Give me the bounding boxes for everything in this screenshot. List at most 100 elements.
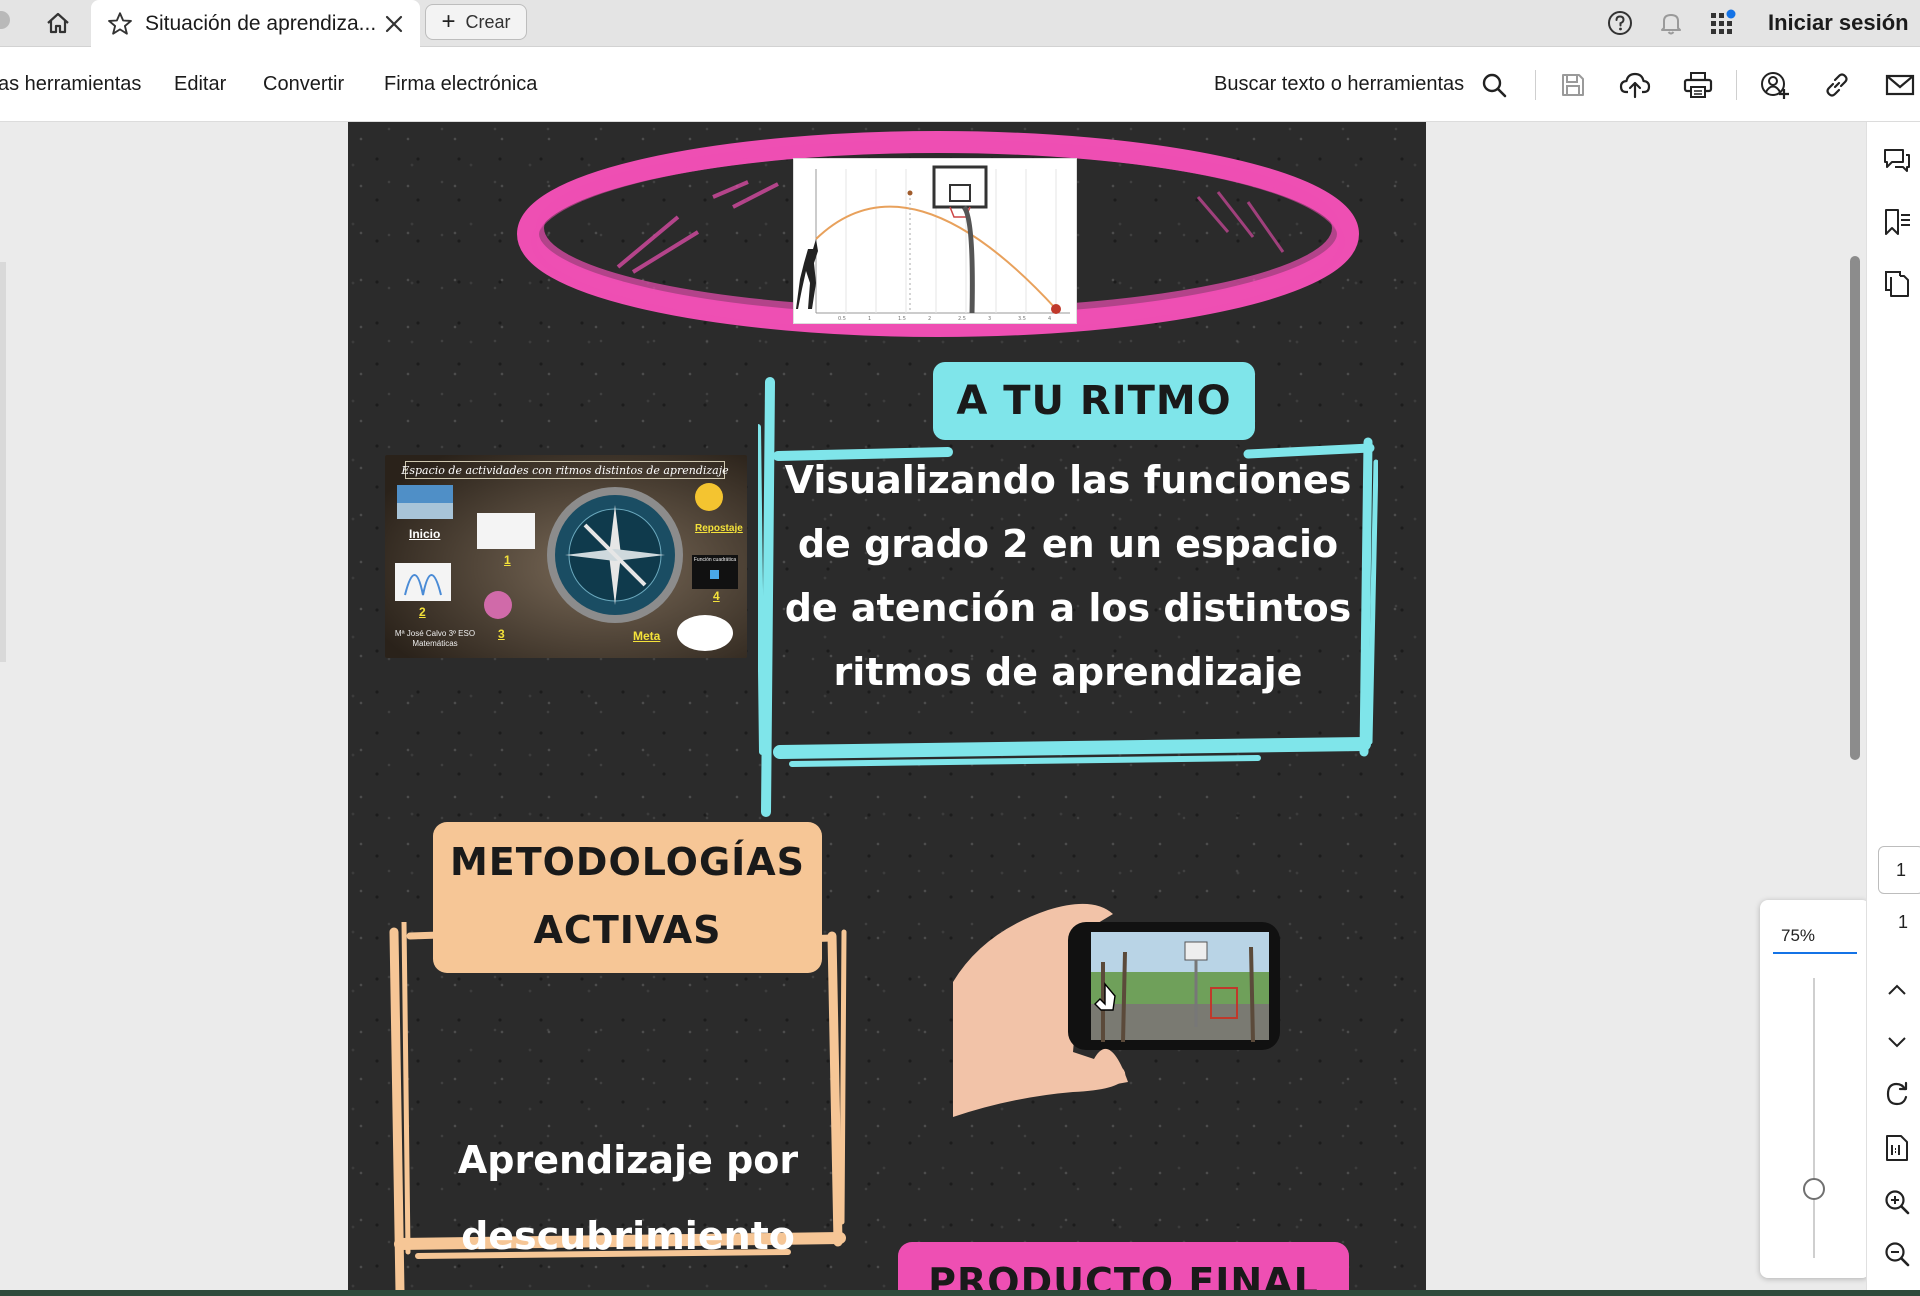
taskbar-edge bbox=[0, 1290, 1920, 1296]
print-button[interactable] bbox=[1678, 65, 1718, 105]
page-thumbnails-button[interactable] bbox=[1881, 268, 1913, 300]
home-icon bbox=[47, 12, 69, 34]
next-page-button[interactable] bbox=[1881, 1026, 1913, 1058]
menu-edit[interactable]: Editar bbox=[174, 47, 226, 122]
zoom-out-icon bbox=[1885, 1242, 1910, 1267]
bookmarks-button[interactable] bbox=[1881, 206, 1913, 238]
active-tab[interactable]: Situación de aprendiza... bbox=[91, 0, 420, 48]
producto-final-heading: PRODUCTO FINAL bbox=[898, 1242, 1349, 1296]
ritmo-description: Visualizando las funciones de grado 2 en… bbox=[784, 458, 1352, 694]
zoom-slider-handle[interactable] bbox=[1803, 1178, 1825, 1200]
basketball-parabola-image: 0.5 1 1.5 2 2.5 3 3.5 4 bbox=[793, 158, 1077, 324]
activity-4-label: 4 bbox=[713, 589, 720, 603]
print-icon bbox=[1683, 72, 1713, 98]
save-button[interactable] bbox=[1553, 65, 1593, 105]
previous-page-edge bbox=[0, 262, 6, 662]
signin-link[interactable]: Iniciar sesión bbox=[1768, 0, 1909, 46]
cloud-upload-icon bbox=[1619, 72, 1651, 99]
metodologias-heading: METODOLOGÍAS ACTIVAS bbox=[433, 822, 822, 973]
metodologias-description-line2: descubrimiento bbox=[461, 1214, 795, 1258]
favorite-button[interactable] bbox=[105, 9, 135, 39]
svg-text:4: 4 bbox=[1048, 316, 1051, 322]
metodologias-description: Aprendizaje por descubrimiento bbox=[418, 1122, 838, 1274]
toolbar-divider bbox=[1736, 70, 1737, 100]
apps-button[interactable] bbox=[1708, 0, 1738, 46]
zoom-panel: 75% bbox=[1760, 900, 1870, 1278]
zoom-in-button[interactable] bbox=[1881, 1186, 1913, 1218]
comments-button[interactable] bbox=[1881, 144, 1913, 176]
rotate-icon bbox=[1886, 1081, 1908, 1106]
funcion-label: Función cuadrática bbox=[693, 557, 737, 563]
acrobat-menubar: as herramientas Editar Convertir Firma e… bbox=[0, 47, 1920, 122]
activity-1-label: 1 bbox=[504, 553, 511, 567]
menu-all-tools[interactable]: as herramientas bbox=[0, 47, 141, 122]
metodologias-heading-line1: METODOLOGÍAS bbox=[449, 840, 806, 884]
search-tools-button[interactable]: Buscar texto o herramientas bbox=[1214, 47, 1508, 122]
svg-text:2.5: 2.5 bbox=[958, 316, 966, 322]
fit-page-button[interactable] bbox=[1881, 1132, 1913, 1164]
fit-page-icon bbox=[1886, 1135, 1908, 1161]
current-page-input[interactable]: 1 bbox=[1878, 846, 1920, 894]
upload-button[interactable] bbox=[1615, 65, 1655, 105]
svg-text:3: 3 bbox=[988, 316, 991, 322]
share-user-icon bbox=[1761, 72, 1789, 99]
link-icon bbox=[1826, 73, 1848, 97]
svg-text:2: 2 bbox=[928, 316, 931, 322]
metodologias-description-line1: Aprendizaje por bbox=[457, 1138, 799, 1182]
zoom-slider-track[interactable] bbox=[1813, 978, 1815, 1258]
bell-icon bbox=[1661, 14, 1681, 35]
browser-tab-strip: Situación de aprendiza... + Crear Inicia… bbox=[0, 0, 1920, 48]
create-label: Crear bbox=[465, 11, 511, 32]
apps-icon bbox=[1711, 9, 1736, 34]
rotate-button[interactable] bbox=[1881, 1078, 1913, 1110]
hand-phone-image bbox=[953, 903, 1280, 1117]
pages-icon bbox=[1885, 271, 1909, 297]
menu-esign[interactable]: Firma electrónica bbox=[384, 47, 537, 122]
close-tab-button[interactable] bbox=[380, 10, 408, 38]
total-pages: 1 bbox=[1898, 912, 1909, 932]
bookmark-icon bbox=[1885, 209, 1910, 235]
compass-activities-image: Espacio de actividades con ritmos distin… bbox=[385, 455, 747, 658]
mail-icon bbox=[1885, 74, 1915, 96]
save-icon bbox=[1562, 74, 1584, 96]
email-button[interactable] bbox=[1880, 65, 1920, 105]
vertical-scrollbar[interactable] bbox=[1850, 256, 1860, 760]
activity-2-label: 2 bbox=[419, 605, 426, 619]
previous-page-button[interactable] bbox=[1881, 974, 1913, 1006]
svg-text:1.5: 1.5 bbox=[898, 316, 906, 322]
svg-text:3.5: 3.5 bbox=[1018, 316, 1026, 322]
repostaje-label: Repostaje bbox=[695, 523, 743, 534]
right-tools-rail bbox=[1866, 122, 1920, 1296]
copy-link-button[interactable] bbox=[1817, 65, 1857, 105]
home-button[interactable] bbox=[40, 6, 76, 40]
menu-convert[interactable]: Convertir bbox=[263, 47, 344, 122]
search-icon bbox=[1482, 73, 1507, 97]
notifications-button[interactable] bbox=[1657, 0, 1685, 46]
document-viewer[interactable]: 0.5 1 1.5 2 2.5 3 3.5 4 A TU RITMO Visualizan… bbox=[0, 122, 1866, 1296]
zoom-level-input[interactable]: 75% bbox=[1773, 920, 1857, 954]
comment-icon bbox=[1884, 149, 1910, 172]
chevron-up-icon bbox=[1888, 984, 1906, 995]
inicio-label: Inicio bbox=[409, 527, 441, 541]
chevron-down-icon bbox=[1888, 1037, 1906, 1048]
compass-banner: Espacio de actividades con ritmos distin… bbox=[401, 461, 729, 479]
window-control-dot[interactable] bbox=[0, 11, 10, 29]
create-button[interactable]: + Crear bbox=[425, 4, 527, 40]
activity-3-label: 3 bbox=[498, 627, 505, 641]
tab-title: Situación de aprendiza... bbox=[145, 12, 377, 35]
meta-label: Meta bbox=[633, 629, 661, 643]
search-tools-label: Buscar texto o herramientas bbox=[1214, 73, 1465, 95]
metodologias-heading-line2: ACTIVAS bbox=[533, 908, 722, 952]
basketball-graph: 0.5 1 1.5 2 2.5 3 3.5 4 bbox=[796, 165, 1070, 322]
help-button[interactable] bbox=[1606, 0, 1634, 46]
ritmo-heading: A TU RITMO bbox=[933, 362, 1255, 440]
pdf-page: 0.5 1 1.5 2 2.5 3 3.5 4 A TU RITMO Visualizan… bbox=[348, 122, 1426, 1296]
svg-text:1: 1 bbox=[868, 316, 871, 322]
author-label: Mª José Calvo 3º ESO Matemáticas bbox=[394, 629, 476, 648]
share-button[interactable] bbox=[1755, 65, 1795, 105]
star-icon bbox=[108, 12, 132, 35]
zoom-out-button[interactable] bbox=[1881, 1238, 1913, 1270]
plus-icon: + bbox=[441, 8, 456, 35]
help-icon bbox=[1608, 11, 1632, 35]
close-icon bbox=[385, 15, 403, 33]
